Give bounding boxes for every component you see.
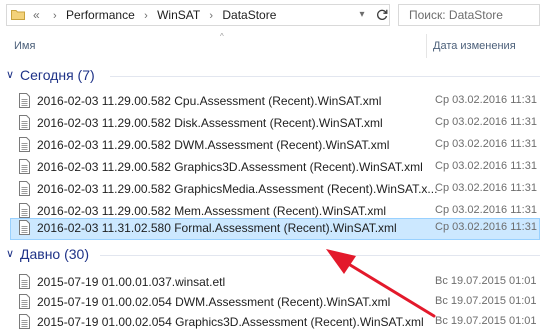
group-title: Давно (30) — [20, 246, 90, 262]
file-date: Ср 03.02.2016 11:31 — [435, 182, 537, 194]
column-headers: Имя Дата изменения — [0, 34, 540, 58]
annotation-arrow — [326, 249, 436, 318]
document-icon — [19, 115, 30, 130]
file-date: Ср 03.02.2016 11:31 — [435, 160, 537, 172]
breadcrumb-performance[interactable]: Performance — [66, 8, 135, 22]
file-name: 2016-02-03 11.29.00.582 Cpu.Assessment (… — [37, 94, 382, 108]
search-input[interactable]: Поиск: DataStore — [398, 4, 540, 26]
list-item[interactable]: 2015-07-19 01.00.02.054 Graphics3D.Asses… — [10, 312, 540, 332]
document-icon — [19, 159, 30, 174]
file-date: Вс 19.07.2015 01:01 — [435, 315, 537, 327]
file-date: Ср 03.02.2016 11:31 — [435, 221, 537, 233]
group-title: Сегодня (7) — [20, 67, 95, 83]
document-icon — [19, 93, 30, 108]
chevron-right-icon[interactable]: › — [209, 10, 213, 22]
column-divider[interactable] — [426, 34, 427, 58]
chevron-right-icon[interactable]: › — [144, 10, 148, 22]
file-date: Ср 03.02.2016 11:31 — [435, 94, 537, 106]
refresh-icon[interactable] — [375, 8, 389, 22]
document-icon — [19, 203, 30, 218]
file-date: Ср 03.02.2016 11:31 — [435, 116, 537, 128]
file-name: 2016-02-03 11.29.00.582 DWM.Assessment (… — [37, 138, 390, 152]
chevron-down-icon[interactable]: ∨ — [6, 247, 14, 260]
file-date: Вс 19.07.2015 01:01 — [435, 295, 537, 307]
document-icon — [19, 137, 30, 152]
document-icon — [19, 220, 30, 235]
column-header-date-modified[interactable]: Дата изменения — [433, 40, 516, 52]
breadcrumb-datastore[interactable]: DataStore — [222, 8, 276, 22]
chevron-down-icon[interactable]: ▾ — [355, 8, 369, 22]
file-date: Ср 03.02.2016 11:31 — [435, 204, 537, 216]
group-divider — [110, 76, 540, 77]
chevron-down-icon[interactable]: ∨ — [6, 68, 14, 81]
breadcrumb-winsat[interactable]: WinSAT — [157, 8, 200, 22]
address-bar[interactable]: « › Performance › WinSAT › DataStore ▾ — [6, 4, 390, 26]
document-icon — [19, 294, 30, 309]
file-date: Вс 19.07.2015 01:01 — [435, 275, 537, 287]
list-item[interactable]: 2015-07-19 01.00.01.037.winsat.etl Вс 19… — [10, 272, 540, 292]
list-item[interactable]: 2016-02-03 11.29.00.582 Graphics3D.Asses… — [10, 157, 540, 177]
group-header-long-ago[interactable]: ∨ Давно (30) — [0, 245, 540, 265]
group-header-today[interactable]: ∨ Сегодня (7) — [0, 66, 540, 86]
file-date: Ср 03.02.2016 11:31 — [435, 138, 537, 150]
list-item[interactable]: 2015-07-19 01.00.02.054 DWM.Assessment (… — [10, 292, 540, 312]
file-name: 2016-02-03 11.29.00.582 Disk.Assessment … — [37, 116, 383, 130]
list-item-selected[interactable]: 2016-02-03 11.31.02.580 Formal.Assessmen… — [10, 218, 540, 240]
chevron-right-icon: › — [53, 10, 57, 22]
document-icon — [19, 314, 30, 329]
list-item[interactable]: 2016-02-03 11.29.00.582 GraphicsMedia.As… — [10, 179, 540, 199]
file-name: 2016-02-03 11.29.00.582 Graphics3D.Asses… — [37, 160, 423, 174]
file-name: 2016-02-03 11.29.00.582 GraphicsMedia.As… — [37, 182, 438, 196]
list-item[interactable]: 2016-02-03 11.29.00.582 Cpu.Assessment (… — [10, 91, 540, 111]
breadcrumb: « › Performance › WinSAT › DataStore — [33, 5, 276, 25]
file-name: 2015-07-19 01.00.01.037.winsat.etl — [37, 275, 226, 289]
folder-icon — [11, 10, 25, 20]
document-icon — [19, 181, 30, 196]
document-icon — [19, 274, 30, 289]
address-toolbar: « › Performance › WinSAT › DataStore ▾ П… — [0, 0, 540, 30]
column-header-name[interactable]: Имя — [14, 40, 35, 52]
file-name: 2016-02-03 11.29.00.582 Mem.Assessment (… — [37, 204, 387, 218]
list-item[interactable]: 2016-02-03 11.29.00.582 DWM.Assessment (… — [10, 135, 540, 155]
list-item[interactable]: 2016-02-03 11.29.00.582 Disk.Assessment … — [10, 113, 540, 133]
breadcrumb-overflow[interactable]: « — [33, 8, 40, 22]
